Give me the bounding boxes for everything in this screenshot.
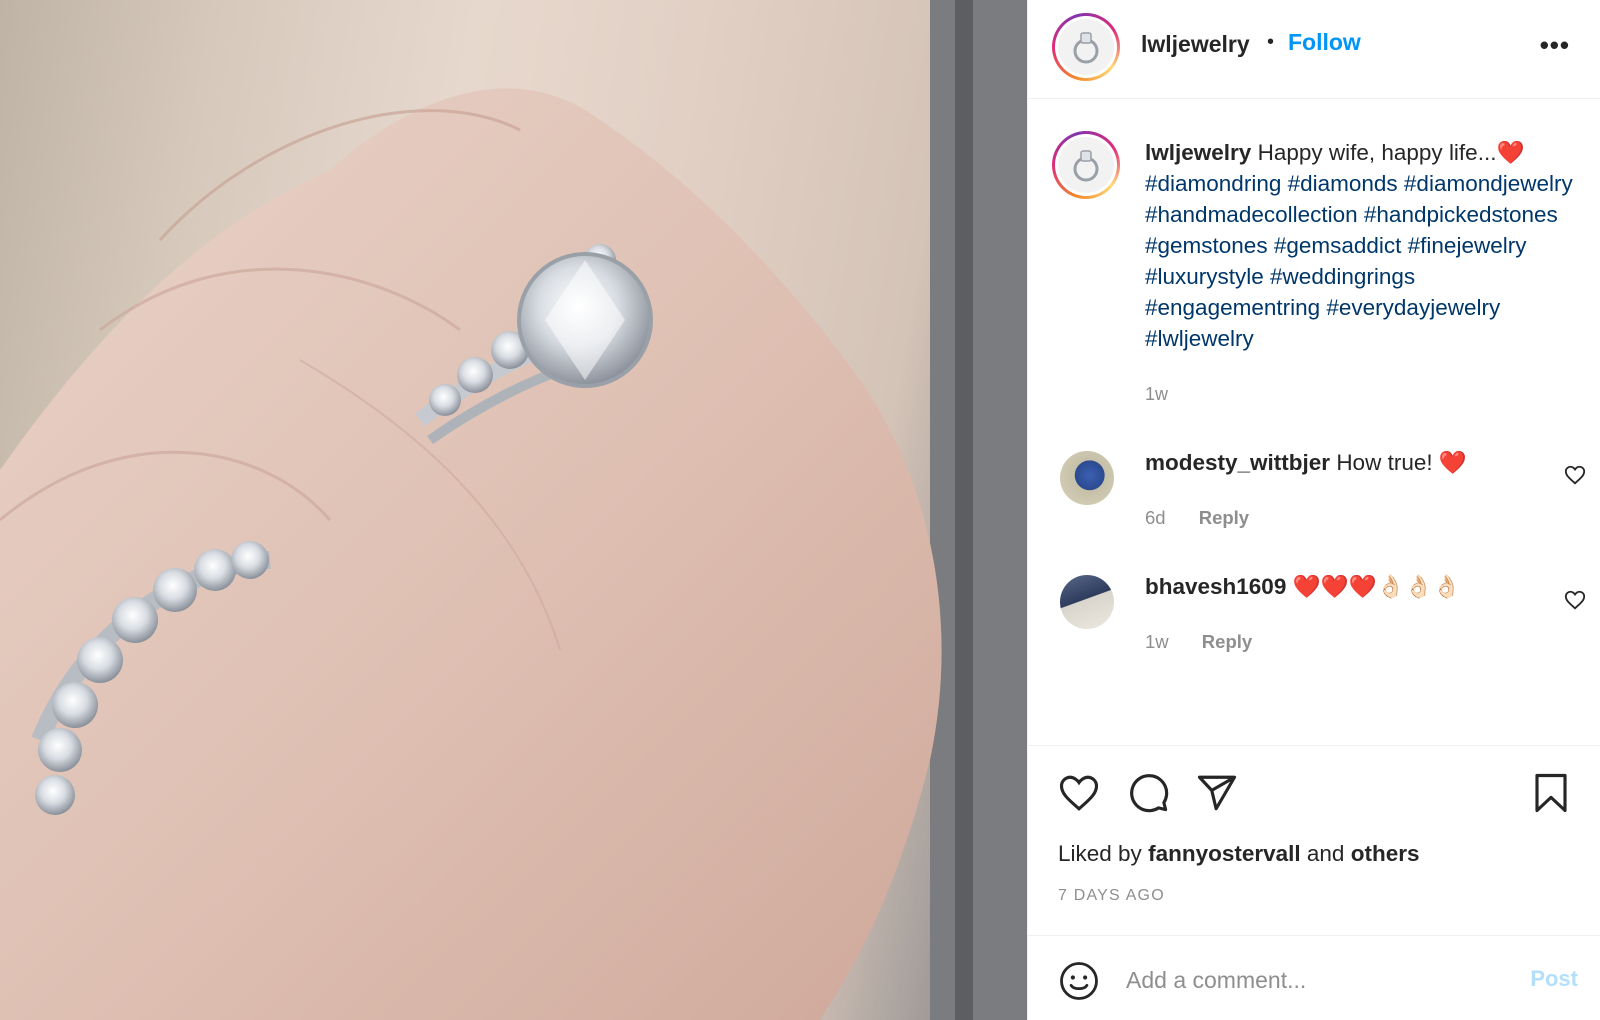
caption-username[interactable]: lwljewelry <box>1145 140 1251 165</box>
liked-by-joiner: and <box>1306 841 1345 866</box>
comment-like-heart-icon[interactable] <box>1564 464 1586 486</box>
comment-text: How true! ❤️ <box>1336 450 1467 475</box>
liked-by-others[interactable]: others <box>1351 841 1420 866</box>
ring-logo-icon <box>1073 32 1099 64</box>
action-bar: Liked by fannyostervall and others 7 DAY… <box>1028 745 1600 935</box>
comment-text: ❤️❤️❤️👌🏻👌🏻👌🏻 <box>1292 574 1461 599</box>
comment-item: bhavesh1609 ❤️❤️❤️👌🏻👌🏻👌🏻 <box>1145 574 1461 600</box>
post-comment-button[interactable]: Post <box>1530 966 1578 992</box>
liked-by-prefix: Liked by <box>1058 841 1142 866</box>
liked-by-user[interactable]: fannyostervall <box>1148 841 1301 866</box>
comment-icon[interactable] <box>1128 772 1170 814</box>
reply-button[interactable]: Reply <box>1202 631 1252 652</box>
caption-text: Happy wife, happy life...❤️ <box>1257 140 1525 165</box>
comment-time: 1w <box>1145 631 1169 652</box>
emoji-icon[interactable] <box>1058 960 1100 1002</box>
comment-item: modesty_wittbjer How true! ❤️ <box>1145 450 1467 476</box>
bookmark-icon[interactable] <box>1530 772 1572 814</box>
comment-meta: 1w Reply <box>1145 631 1252 653</box>
author-username[interactable]: lwljewelry <box>1141 31 1250 58</box>
caption-hashtags[interactable]: #diamondring #diamonds #diamondjewelry #… <box>1145 171 1573 351</box>
liked-by: Liked by fannyostervall and others <box>1058 841 1419 867</box>
post-caption: lwljewelry Happy wife, happy life...❤️ #… <box>1145 137 1590 354</box>
caption-time: 1w <box>1145 384 1169 404</box>
separator-dot: • <box>1267 31 1275 53</box>
post-panel: lwljewelry • Follow ••• lwljewelry Happy… <box>1027 0 1600 1020</box>
follow-button[interactable]: Follow <box>1288 29 1361 56</box>
post-date: 7 DAYS AGO <box>1058 887 1165 904</box>
post-photo <box>0 0 1027 1020</box>
more-icon[interactable]: ••• <box>1540 30 1570 61</box>
post-header: lwljewelry • Follow ••• <box>1028 0 1600 99</box>
author-avatar[interactable] <box>1052 13 1120 81</box>
share-icon[interactable] <box>1196 772 1238 814</box>
hand-with-rings-image <box>0 0 1027 1020</box>
comment-username[interactable]: bhavesh1609 <box>1145 574 1286 599</box>
ring-logo-icon <box>1073 150 1099 182</box>
commenter-avatar[interactable] <box>1060 451 1114 505</box>
add-comment-bar: Post <box>1028 935 1600 1020</box>
heart-icon[interactable] <box>1058 772 1100 814</box>
comment-time: 6d <box>1145 507 1166 528</box>
commenter-avatar[interactable] <box>1060 575 1114 629</box>
comment-meta: 6d Reply <box>1145 507 1249 529</box>
comment-like-heart-icon[interactable] <box>1564 589 1586 611</box>
comment-username[interactable]: modesty_wittbjer <box>1145 450 1330 475</box>
add-comment-input[interactable] <box>1126 956 1506 1004</box>
reply-button[interactable]: Reply <box>1199 507 1249 528</box>
caption-avatar[interactable] <box>1052 131 1120 199</box>
